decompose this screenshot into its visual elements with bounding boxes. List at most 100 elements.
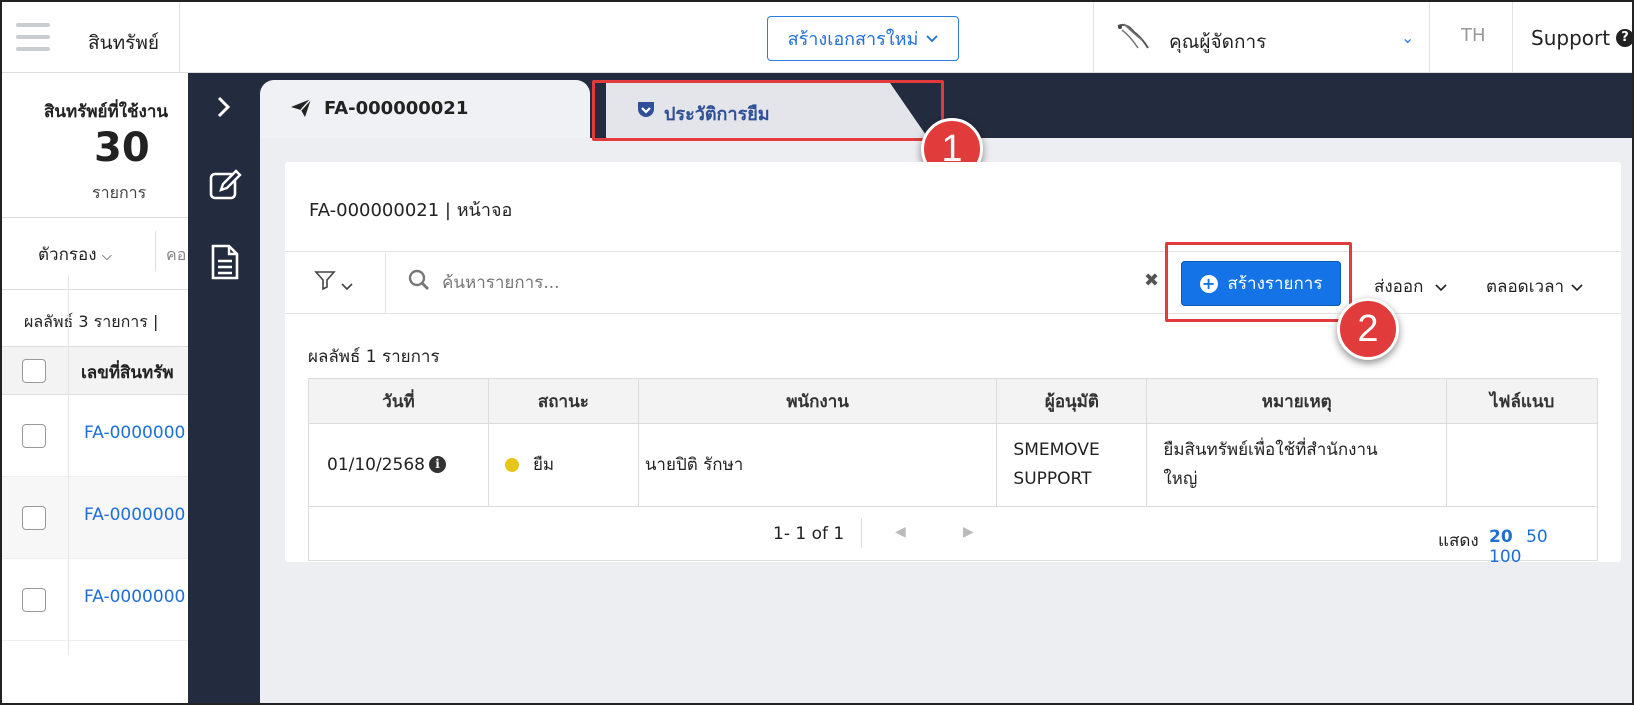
chevron-right-icon[interactable]	[217, 96, 231, 124]
chevron-down-icon	[1435, 284, 1447, 292]
row-checkbox[interactable]	[22, 506, 46, 530]
borrow-history-table: วันที่ สถานะ พนักงาน ผู้อนุมัติ หมายเหตุ…	[308, 378, 1598, 507]
step-badge-2: 2	[1337, 298, 1399, 360]
info-icon[interactable]: i	[428, 456, 446, 473]
cell-approver: SMEMOVE SUPPORT	[996, 423, 1148, 507]
highlight-box	[1165, 242, 1352, 322]
divider	[2, 217, 188, 218]
divider	[2, 289, 188, 290]
divider	[285, 251, 1621, 252]
cell-attachment	[1446, 423, 1598, 507]
divider	[861, 518, 862, 548]
cell-note: ยืมสินทรัพย์เพื่อใช้ที่สำนักงานใหญ่	[1146, 423, 1448, 507]
pagination-range: 1- 1 of 1	[773, 524, 845, 544]
column-selector[interactable]: คอ	[166, 243, 186, 268]
summary-title: สินทรัพย์ที่ใช้งาน	[44, 102, 169, 122]
divider	[179, 2, 180, 72]
cell-date: 01/10/2568 i	[308, 423, 489, 507]
table-row[interactable]: 01/10/2568 i ยืม นายปิติ รักษา SMEMOVE SUP…	[308, 423, 1598, 507]
table-row[interactable]: FA-0000000	[2, 395, 188, 477]
column-header-asset-no[interactable]: เลขที่สินทรัพ	[81, 359, 174, 386]
chevron-down-icon	[1571, 284, 1584, 292]
send-icon	[291, 98, 312, 117]
hamburger-menu-icon[interactable]	[16, 23, 50, 51]
note-line-1: ยืมสินทรัพย์เพื่อใช้ที่สำนักงาน	[1163, 440, 1378, 460]
filter-label: ตัวกรอง	[38, 245, 97, 265]
new-document-button[interactable]: สร้างเอกสารใหม่	[767, 16, 959, 61]
next-page-icon[interactable]: ▶	[963, 524, 974, 540]
chevron-down-icon	[926, 34, 938, 42]
chevron-down-icon	[341, 283, 353, 291]
table-row[interactable]: FA-0000000	[2, 559, 188, 641]
page-size-20[interactable]: 20	[1489, 527, 1513, 547]
divider	[1093, 2, 1094, 72]
select-all-checkbox[interactable]	[22, 359, 46, 383]
summary-unit: รายการ	[92, 183, 147, 202]
approver-line-2: SUPPORT	[1013, 469, 1092, 489]
search-icon	[408, 269, 429, 290]
column-header-date[interactable]: วันที่	[308, 378, 489, 424]
filter-icon	[314, 271, 336, 291]
tab-asset-label: FA-000000021	[324, 98, 469, 119]
filter-button[interactable]	[314, 269, 353, 296]
edit-icon[interactable]	[208, 168, 242, 202]
asset-list-panel: สินทรัพย์ที่ใช้งาน 30 รายการ ตัวกรอง ⌵ ค…	[2, 73, 188, 703]
summary-count: 30	[94, 125, 150, 171]
divider	[155, 231, 156, 271]
status-text: ยืม	[532, 454, 555, 475]
page-size-options: 20 50 100	[1489, 527, 1597, 567]
table-row[interactable]: FA-0000000	[2, 477, 188, 559]
page-size-100[interactable]: 100	[1489, 547, 1521, 567]
new-document-label: สร้างเอกสารใหม่	[787, 29, 919, 50]
column-header-note[interactable]: หมายเหตุ	[1146, 378, 1448, 424]
screen: สินทรัพย์ สร้างเอกสารใหม่ คุณผู้จัดการ ⌄…	[0, 0, 1634, 705]
divider	[1429, 2, 1430, 72]
results-count: ผลลัพธ์ 3 รายการ |	[24, 312, 159, 331]
export-label: ส่งออก	[1374, 277, 1424, 297]
filter-dropdown[interactable]: ตัวกรอง ⌵	[38, 241, 112, 268]
divider	[1512, 2, 1513, 72]
chevron-down-icon[interactable]: ⌄	[1401, 28, 1414, 47]
clear-search-icon[interactable]: ✖	[1144, 270, 1159, 291]
date-text: 01/10/2568	[327, 454, 425, 475]
pagination-bar: 1- 1 of 1 ◀ ▶ แสดง 20 50 100	[308, 506, 1598, 567]
row-checkbox[interactable]	[22, 424, 46, 448]
support-button[interactable]: Support ?	[1531, 26, 1632, 50]
tab-asset[interactable]: FA-000000021	[260, 80, 590, 138]
table-header: เลขที่สินทรัพ	[2, 346, 188, 395]
help-icon: ?	[1616, 29, 1632, 47]
top-bar: สินทรัพย์ สร้างเอกสารใหม่ คุณผู้จัดการ ⌄…	[2, 2, 1632, 73]
language-switch[interactable]: TH	[1461, 25, 1486, 46]
divider	[68, 275, 69, 655]
column-header-employee[interactable]: พนักงาน	[637, 378, 998, 424]
row-checkbox[interactable]	[22, 588, 46, 612]
asset-link[interactable]: FA-0000000	[84, 423, 185, 443]
app-title: สินทรัพย์	[88, 32, 159, 54]
page-size-label: แสดง	[1438, 531, 1479, 551]
search-input[interactable]	[442, 269, 1142, 297]
card-title: FA-000000021 | หน้าจอ	[309, 200, 513, 221]
user-name[interactable]: คุณผู้จัดการ	[1169, 27, 1266, 57]
previous-page-icon[interactable]: ◀	[895, 524, 906, 540]
export-dropdown[interactable]: ส่งออก	[1374, 273, 1447, 300]
chevron-down-icon: ⌵	[101, 249, 112, 264]
asset-link[interactable]: FA-0000000	[84, 587, 185, 607]
cell-status: ยืม	[487, 423, 639, 507]
asset-link[interactable]: FA-0000000	[84, 505, 185, 525]
divider	[285, 313, 1621, 314]
status-dot	[504, 457, 519, 472]
column-header-approver[interactable]: ผู้อนุมัติ	[996, 378, 1148, 424]
company-logo-icon	[1117, 23, 1149, 49]
column-header-attachment[interactable]: ไฟล์แนบ	[1446, 378, 1598, 424]
cell-employee: นายปิติ รักษา	[637, 423, 998, 507]
document-icon[interactable]	[210, 244, 240, 280]
note-line-2: ใหญ่	[1163, 469, 1198, 489]
approver-line-1: SMEMOVE	[1013, 440, 1100, 460]
page-size-50[interactable]: 50	[1526, 527, 1548, 547]
table-header-row: วันที่ สถานะ พนักงาน ผู้อนุมัติ หมายเหตุ…	[308, 378, 1598, 424]
divider	[385, 253, 386, 313]
period-dropdown[interactable]: ตลอดเวลา	[1486, 273, 1584, 300]
period-label: ตลอดเวลา	[1486, 277, 1565, 297]
column-header-status[interactable]: สถานะ	[487, 378, 639, 424]
results-count: ผลลัพธ์ 1 รายการ	[308, 347, 440, 367]
